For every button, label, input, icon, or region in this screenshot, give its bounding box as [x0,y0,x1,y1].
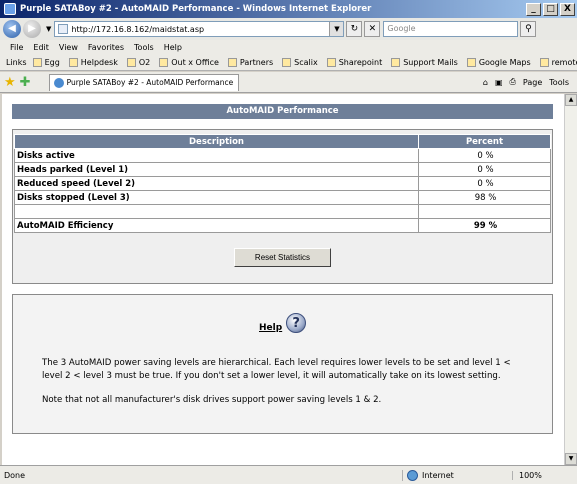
menu-bar: File Edit View Favorites Tools Help [0,40,577,55]
table-row: Reduced speed (Level 2) 0 % [14,176,551,191]
link-icon [539,58,549,67]
menu-view[interactable]: View [59,43,78,52]
address-dropdown-icon[interactable]: ▼ [329,22,344,36]
row-percent: 0 % [418,148,551,163]
status-bar: Done Internet 100% [0,465,577,484]
menu-favorites[interactable]: Favorites [88,43,124,52]
search-input[interactable]: Google [383,21,519,37]
efficiency-row: AutoMAID Efficiency 99 % [14,218,551,233]
forward-button[interactable]: ▶ [23,20,41,38]
security-zone: Internet [402,469,512,481]
row-description: Disks stopped (Level 3) [14,190,419,205]
link-icon [126,58,136,67]
help-paragraph: The 3 AutoMAID power saving levels are h… [42,358,511,381]
close-button[interactable]: X [560,2,575,16]
refresh-button[interactable]: ↻ [346,21,363,37]
print-icon[interactable]: ⎙ [510,77,516,87]
favorites-star-icon[interactable]: ★ [4,75,16,90]
row-description: Heads parked (Level 1) [14,162,419,177]
window-title: Purple SATABoy #2 - AutoMAID Performance… [20,4,372,14]
tab-title: Purple SATABoy #2 - AutoMAID Performance [66,78,234,87]
menu-tools[interactable]: Tools [134,43,154,52]
menu-edit[interactable]: Edit [33,43,49,52]
help-link[interactable]: Help [259,323,282,333]
reset-statistics-button[interactable]: Reset Statistics [234,248,331,267]
title-bar: Purple SATABoy #2 - AutoMAID Performance… [0,0,577,18]
link-scalix[interactable]: Scalix [282,58,318,67]
minimize-button[interactable]: _ [526,2,541,16]
stats-table: Description Percent Disks active 0 % Hea… [14,134,551,233]
links-label: Links [6,58,27,67]
link-icon [326,58,336,67]
page-content: AutoMAID Performance Description Percent… [2,94,564,465]
link-support-mails[interactable]: Support Mails [391,58,458,67]
link-partners[interactable]: Partners [227,58,273,67]
stop-button[interactable]: ✕ [364,21,381,37]
status-text: Done [4,470,26,480]
tools-menu[interactable]: Tools [549,78,569,87]
table-row: Heads parked (Level 1) 0 % [14,162,551,177]
stats-panel: Description Percent Disks active 0 % Hea… [12,129,553,284]
home-icon[interactable]: ⌂ [483,78,488,87]
row-percent: 0 % [418,176,551,191]
column-header-description: Description [14,134,419,149]
table-row: Disks stopped (Level 3) 98 % [14,190,551,205]
links-bar: Links Egg Helpdesk O2 Out x Office Partn… [0,55,577,71]
help-text: The 3 AutoMAID power saving levels are h… [42,357,532,419]
column-header-percent: Percent [418,134,551,149]
row-percent: 98 % [418,190,551,205]
tab-row: ★ ✚ Purple SATABoy #2 - AutoMAID Perform… [0,72,577,93]
efficiency-value: 99 % [418,218,551,233]
help-paragraph: Note that not all manufacturer's disk dr… [42,395,382,405]
history-dropdown-icon[interactable]: ▼ [46,25,51,33]
table-header-row: Description Percent [14,134,551,149]
globe-icon [407,469,418,481]
row-description: Disks active [14,148,419,163]
address-input[interactable]: http://172.16.8.162/maidstat.asp [71,25,329,34]
maximize-button[interactable]: □ [543,2,558,16]
page-menu[interactable]: Page [523,78,542,87]
menu-file[interactable]: File [10,43,23,52]
add-favorites-icon[interactable]: ✚ [20,75,31,90]
table-row: Disks active 0 % [14,148,551,163]
link-out-of-office[interactable]: Out x Office [159,58,219,67]
help-header: Help ? [259,313,307,333]
address-bar[interactable]: http://172.16.8.162/maidstat.asp ▼ [54,21,345,37]
link-icon [391,58,401,67]
zone-label: Internet [422,470,454,480]
link-icon [227,58,237,67]
link-icon [68,58,78,67]
link-icon [32,58,42,67]
command-bar: ⌂ ▣ ⎙ Page Tools [476,77,577,87]
vertical-scrollbar[interactable]: ▲ ▼ [564,94,577,465]
ie-icon [4,3,16,15]
link-o2[interactable]: O2 [126,58,150,67]
menu-help[interactable]: Help [164,43,182,52]
link-google-maps[interactable]: Google Maps [466,58,531,67]
link-sharepoint[interactable]: Sharepoint [326,58,382,67]
efficiency-label: AutoMAID Efficiency [14,218,419,233]
zoom-level[interactable]: 100% [512,470,577,480]
help-panel: Help ? The 3 AutoMAID power saving level… [12,294,553,434]
question-mark-icon[interactable]: ? [286,313,307,333]
link-icon [159,58,169,67]
link-remote-record[interactable]: remote record [539,58,577,67]
link-icon [282,58,292,67]
row-description: Reduced speed (Level 2) [14,176,419,191]
ie-page-icon [53,77,64,88]
table-spacer-row [14,204,551,219]
tab-automaid[interactable]: Purple SATABoy #2 - AutoMAID Performance [48,73,239,91]
back-button[interactable]: ◀ [3,20,21,38]
link-icon [466,58,476,67]
link-helpdesk[interactable]: Helpdesk [68,58,118,67]
scroll-down-icon[interactable]: ▼ [565,453,577,465]
search-button[interactable]: ⚲ [520,21,537,37]
page-icon [58,24,69,34]
feeds-icon[interactable]: ▣ [495,78,503,87]
address-toolbar: ◀ ▶ ▼ http://172.16.8.162/maidstat.asp ▼… [0,18,577,40]
row-percent: 0 % [418,162,551,177]
link-egg[interactable]: Egg [32,58,60,67]
page-title: AutoMAID Performance [12,104,553,119]
scroll-up-icon[interactable]: ▲ [565,94,577,106]
